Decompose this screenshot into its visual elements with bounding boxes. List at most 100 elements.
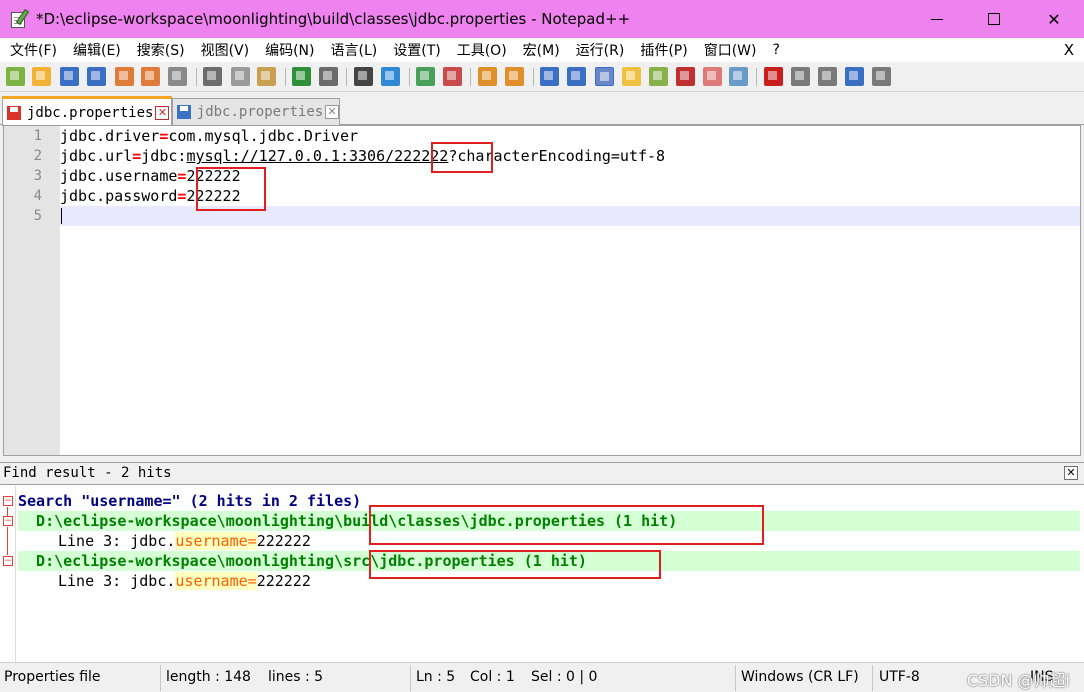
- hit-suffix: 222222: [256, 572, 311, 590]
- property-value: com.mysql.jdbc.Driver: [168, 127, 359, 145]
- tab-close-icon[interactable]: ✕: [325, 105, 339, 119]
- code-line-2: jdbc.url=jdbc:mysql://127.0.0.1:3306/222…: [60, 146, 665, 166]
- new-file-icon[interactable]: [6, 67, 25, 86]
- sync-vertical-icon[interactable]: [478, 67, 497, 86]
- cut-icon[interactable]: [203, 67, 222, 86]
- status-separator: [160, 665, 161, 691]
- toolbar-separator: [285, 68, 286, 86]
- hit-suffix: 222222: [256, 532, 311, 550]
- menu-window[interactable]: 窗口(W): [694, 40, 763, 60]
- menu-macro[interactable]: 宏(M): [513, 40, 566, 60]
- find-results-title: Find result - 2 hits: [3, 465, 172, 481]
- title-bar: *D:\eclipse-workspace\moonlighting\build…: [0, 0, 1084, 38]
- property-key: jdbc.url: [60, 147, 133, 165]
- function-list-icon[interactable]: [676, 67, 695, 86]
- fold-line: [7, 527, 8, 555]
- close-icon[interactable]: [115, 67, 134, 86]
- menu-settings[interactable]: 设置(T): [383, 40, 446, 60]
- menu-encoding[interactable]: 编码(N): [255, 40, 320, 60]
- watermark: CSDN @帅超i: [966, 671, 1070, 690]
- zoom-in-icon[interactable]: [416, 67, 435, 86]
- open-file-icon[interactable]: [32, 67, 51, 86]
- sync-horizontal-icon[interactable]: [505, 67, 524, 86]
- minimize-button[interactable]: [907, 0, 967, 38]
- maximize-button[interactable]: [964, 0, 1024, 38]
- record-macro-icon[interactable]: [764, 67, 783, 86]
- hit-prefix: Line 3: jdbc.: [58, 532, 176, 550]
- menu-search[interactable]: 搜索(S): [127, 40, 191, 60]
- tab-label: jdbc.properties: [27, 104, 154, 121]
- result-hit-line[interactable]: Line 3: jdbc.username=222222: [18, 571, 311, 591]
- menu-tools[interactable]: 工具(O): [447, 40, 513, 60]
- line-number: 5: [33, 208, 42, 224]
- menu-view[interactable]: 视图(V): [191, 40, 256, 60]
- redo-icon[interactable]: [319, 67, 338, 86]
- toolbar: [0, 62, 1084, 92]
- tab-close-icon[interactable]: ✕: [155, 105, 170, 120]
- search-summary-line: Search "username=" (2 hits in 2 files): [18, 492, 362, 510]
- encoding[interactable]: UTF-8: [879, 669, 920, 685]
- save-all-icon[interactable]: [87, 67, 106, 86]
- close-all-icon[interactable]: [141, 67, 160, 86]
- menu-help[interactable]: ?: [763, 42, 786, 58]
- menu-file[interactable]: 文件(F): [0, 40, 63, 60]
- line-number: 2: [33, 148, 42, 164]
- play-macro-icon[interactable]: [818, 67, 837, 86]
- find-icon[interactable]: [354, 67, 373, 86]
- eol-format[interactable]: Windows (CR LF): [741, 669, 859, 685]
- folder-workspace-icon[interactable]: [703, 67, 722, 86]
- text-caret: [61, 208, 62, 224]
- result-hit-line[interactable]: Line 3: jdbc.username=222222: [18, 531, 311, 551]
- line-number-gutter: 1 2 3 4 5: [4, 126, 60, 455]
- selection-info: Sel : 0 | 0: [531, 669, 598, 685]
- fold-toggle-icon[interactable]: −: [3, 516, 13, 526]
- monitoring-icon[interactable]: [729, 67, 748, 86]
- hit-match: username=: [175, 572, 257, 590]
- editor-area[interactable]: 1 2 3 4 5 jdbc.driver = com.mysql.jdbc.Dri…: [3, 125, 1081, 456]
- unsaved-file-icon: [7, 105, 21, 120]
- equals-sign: =: [132, 147, 142, 165]
- close-window-button[interactable]: ✕: [1024, 0, 1084, 38]
- save-icon[interactable]: [60, 67, 79, 86]
- url-link[interactable]: mysql://127.0.0.1:3306/222222: [186, 147, 448, 165]
- stop-record-icon[interactable]: [791, 67, 810, 86]
- toolbar-separator: [196, 68, 197, 86]
- property-value: jdbc:: [141, 147, 187, 165]
- paste-icon[interactable]: [257, 67, 276, 86]
- toolbar-separator: [470, 68, 471, 86]
- show-all-chars-icon[interactable]: [567, 67, 586, 86]
- close-panel-icon[interactable]: ✕: [1064, 466, 1078, 480]
- menu-run[interactable]: 运行(R): [566, 40, 631, 60]
- tab-label: jdbc.properties: [196, 104, 324, 120]
- indent-guide-icon[interactable]: [595, 67, 614, 86]
- toolbar-separator: [756, 68, 757, 86]
- fold-toggle-icon[interactable]: −: [3, 496, 13, 506]
- menu-edit[interactable]: 编辑(E): [63, 40, 127, 60]
- udl-icon[interactable]: [622, 67, 641, 86]
- status-bar: Properties file length : 148 lines : 5 L…: [0, 662, 1084, 692]
- save-macro-icon[interactable]: [872, 67, 891, 86]
- property-key: jdbc.driver: [60, 127, 160, 145]
- doc-map-icon[interactable]: [649, 67, 668, 86]
- zoom-out-icon[interactable]: [443, 67, 462, 86]
- property-key: jdbc.username: [60, 167, 178, 185]
- line-number: 1: [33, 128, 42, 144]
- maximize-icon: [988, 13, 1000, 25]
- print-icon[interactable]: [168, 67, 187, 86]
- menu-language[interactable]: 语言(L): [321, 40, 384, 60]
- tab-bar: jdbc.properties ✕ jdbc.properties ✕: [0, 93, 1084, 126]
- hit-match: username=: [175, 532, 257, 550]
- replace-icon[interactable]: [381, 67, 400, 86]
- word-wrap-icon[interactable]: [540, 67, 559, 86]
- status-separator: [872, 665, 873, 691]
- minimize-icon: [931, 18, 943, 20]
- menu-bar: 文件(F) 编辑(E) 搜索(S) 视图(V) 编码(N) 语言(L) 设置(T…: [0, 38, 1084, 62]
- tab-jdbc-properties-active[interactable]: jdbc.properties ✕: [2, 96, 172, 126]
- copy-icon[interactable]: [231, 67, 250, 86]
- close-document-button[interactable]: X: [1064, 41, 1074, 59]
- menu-plugins[interactable]: 插件(P): [630, 40, 693, 60]
- tab-jdbc-properties[interactable]: jdbc.properties ✕: [172, 98, 340, 125]
- fold-toggle-icon[interactable]: −: [3, 556, 13, 566]
- run-macro-multiple-icon[interactable]: [845, 67, 864, 86]
- undo-icon[interactable]: [292, 67, 311, 86]
